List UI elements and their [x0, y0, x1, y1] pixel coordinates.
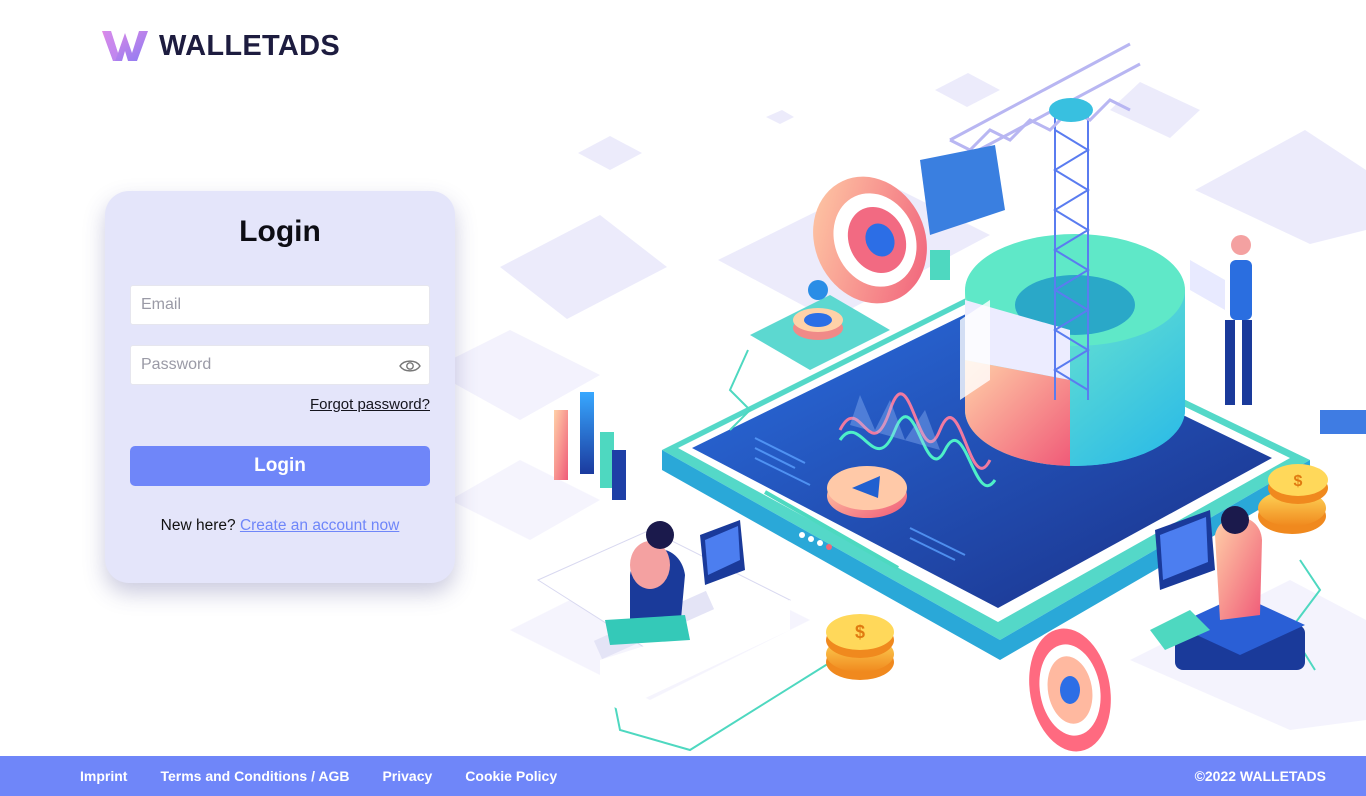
login-button[interactable]: Login — [130, 446, 430, 486]
eye-icon[interactable] — [399, 358, 421, 374]
footer: Imprint Terms and Conditions / AGB Priva… — [0, 756, 1366, 796]
svg-text:$: $ — [1294, 473, 1303, 490]
footer-link-imprint[interactable]: Imprint — [80, 768, 127, 784]
password-field-wrapper — [130, 345, 430, 385]
svg-text:$: $ — [855, 622, 865, 642]
password-input[interactable] — [131, 346, 429, 384]
email-input[interactable] — [131, 286, 429, 324]
footer-link-privacy[interactable]: Privacy — [382, 768, 432, 784]
copyright: ©2022 WALLETADS — [1194, 768, 1326, 784]
email-field-wrapper — [130, 285, 430, 325]
footer-link-cookie-policy[interactable]: Cookie Policy — [465, 768, 557, 784]
login-title: Login — [239, 215, 321, 248]
forgot-password-link[interactable]: Forgot password? — [310, 396, 430, 413]
signup-line: New here? Create an account now — [105, 517, 455, 535]
walletads-logo-icon — [102, 31, 148, 61]
signup-prompt: New here? — [160, 517, 236, 534]
footer-link-terms[interactable]: Terms and Conditions / AGB — [160, 768, 349, 784]
login-card: Login Forgot password? Login New here? C… — [105, 191, 455, 583]
hero-illustration: $ $ — [430, 42, 1366, 752]
brand-logo[interactable]: WALLETADS — [101, 29, 340, 63]
brand-name: WALLETADS — [159, 29, 340, 62]
create-account-link[interactable]: Create an account now — [240, 517, 399, 534]
